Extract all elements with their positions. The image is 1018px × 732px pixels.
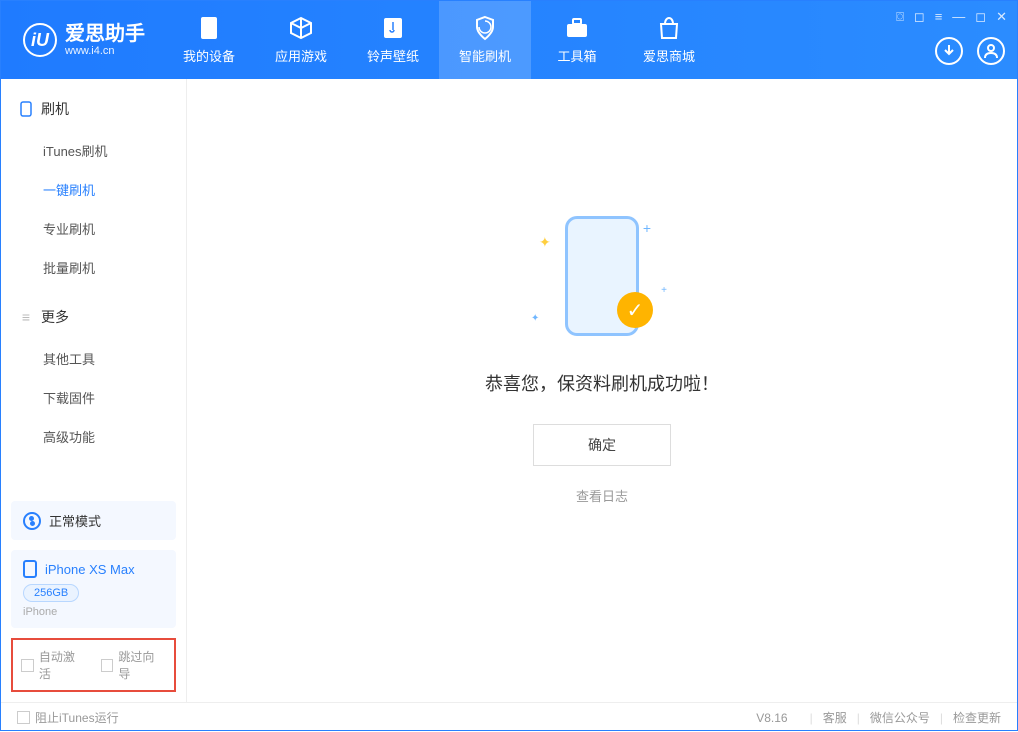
- checkbox-icon: [101, 659, 114, 672]
- nav-label: 智能刷机: [459, 46, 511, 65]
- logo-text: 爱思助手 www.i4.cn: [65, 23, 145, 57]
- sidebar-header-more: ≡ 更多: [1, 301, 186, 333]
- nav-label: 我的设备: [183, 46, 235, 65]
- phone-icon: [19, 102, 33, 116]
- feedback-icon[interactable]: ◻: [914, 9, 925, 25]
- section-title: 更多: [41, 307, 69, 327]
- option-label: 跳过向导: [118, 648, 166, 682]
- option-label: 自动激活: [39, 648, 87, 682]
- sparkle-icon: ✦: [531, 313, 539, 324]
- sparkle-icon: ✦: [539, 234, 551, 251]
- checkbox-skip-guide[interactable]: 跳过向导: [101, 648, 167, 682]
- nav-label: 应用游戏: [275, 46, 327, 65]
- device-small-icon: [23, 560, 37, 578]
- device-icon: [196, 15, 222, 41]
- sidebar-section-more: ≡ 更多 其他工具 下载固件 高级功能: [1, 287, 186, 456]
- nav-apps-games[interactable]: 应用游戏: [255, 1, 347, 79]
- device-storage: 256GB: [23, 584, 79, 602]
- nav-label: 工具箱: [557, 46, 596, 65]
- music-icon: [380, 15, 406, 41]
- sidebar-item-batch-flash[interactable]: 批量刷机: [1, 248, 186, 287]
- sidebar-items-flash: iTunes刷机 一键刷机 专业刷机 批量刷机: [1, 131, 186, 287]
- menu-icon[interactable]: ≡: [935, 9, 943, 25]
- toolbox-icon: [564, 15, 590, 41]
- options-row: 自动激活 跳过向导: [11, 638, 176, 692]
- logo-icon: iU: [23, 23, 57, 57]
- tshirt-icon[interactable]: ⌼: [896, 9, 904, 25]
- ok-button[interactable]: 确定: [533, 424, 671, 466]
- logo-area: iU 爱思助手 www.i4.cn: [1, 23, 163, 57]
- device-name-row: iPhone XS Max: [23, 560, 164, 578]
- close-button[interactable]: ✕: [996, 9, 1007, 25]
- nav-my-device[interactable]: 我的设备: [163, 1, 255, 79]
- sidebar: 刷机 iTunes刷机 一键刷机 专业刷机 批量刷机 ≡ 更多 其他工具 下载固…: [1, 79, 187, 702]
- nav-store[interactable]: 爱思商城: [623, 1, 715, 79]
- divider: |: [857, 711, 860, 725]
- checkbox-icon: [17, 711, 30, 724]
- device-type: iPhone: [23, 606, 164, 618]
- version-label: V8.16: [756, 711, 787, 725]
- mode-icon: [23, 512, 41, 530]
- customer-service-link[interactable]: 客服: [823, 709, 847, 726]
- device-name: iPhone XS Max: [45, 562, 135, 577]
- app-title: 爱思助手: [65, 23, 145, 45]
- nav-ringtone-wallpaper[interactable]: 铃声壁纸: [347, 1, 439, 79]
- checkbox-auto-activate[interactable]: 自动激活: [21, 648, 87, 682]
- sidebar-item-oneclick-flash[interactable]: 一键刷机: [1, 170, 186, 209]
- mode-label: 正常模式: [49, 511, 101, 530]
- shield-icon: [472, 15, 498, 41]
- sidebar-item-pro-flash[interactable]: 专业刷机: [1, 209, 186, 248]
- sparkle-icon: +: [661, 285, 667, 296]
- sidebar-item-download-firmware[interactable]: 下载固件: [1, 378, 186, 417]
- nav-smart-flash[interactable]: 智能刷机: [439, 1, 531, 79]
- checkbox-icon: [21, 659, 34, 672]
- view-log-link[interactable]: 查看日志: [576, 486, 628, 505]
- sidebar-item-advanced[interactable]: 高级功能: [1, 417, 186, 456]
- body: 刷机 iTunes刷机 一键刷机 专业刷机 批量刷机 ≡ 更多 其他工具 下载固…: [1, 79, 1017, 702]
- footer-right: V8.16 | 客服 | 微信公众号 | 检查更新: [756, 709, 1001, 726]
- success-message: 恭喜您，保资料刷机成功啦！: [485, 370, 719, 396]
- app-url: www.i4.cn: [65, 45, 145, 57]
- main-content: ✓ ✦ + ✦ + 恭喜您，保资料刷机成功啦！ 确定 查看日志: [187, 79, 1017, 702]
- sidebar-items-more: 其他工具 下载固件 高级功能: [1, 339, 186, 456]
- checkbox-block-itunes[interactable]: 阻止iTunes运行: [17, 709, 119, 726]
- sidebar-header-flash: 刷机: [1, 93, 186, 125]
- device-box[interactable]: iPhone XS Max 256GB iPhone: [11, 550, 176, 628]
- check-update-link[interactable]: 检查更新: [953, 709, 1001, 726]
- cube-icon: [288, 15, 314, 41]
- list-icon: ≡: [19, 310, 33, 324]
- sidebar-bottom: 正常模式 iPhone XS Max 256GB iPhone 自动激活 跳过向…: [1, 491, 186, 702]
- maximize-button[interactable]: ◻: [975, 9, 986, 25]
- nav-label: 爱思商城: [643, 46, 695, 65]
- nav-toolbox[interactable]: 工具箱: [531, 1, 623, 79]
- store-icon: [656, 15, 682, 41]
- block-itunes-label: 阻止iTunes运行: [35, 709, 119, 726]
- window-controls: ⌼ ◻ ≡ — ◻ ✕: [896, 9, 1007, 25]
- divider: |: [810, 711, 813, 725]
- user-button[interactable]: [977, 37, 1005, 65]
- divider: |: [940, 711, 943, 725]
- minimize-button[interactable]: —: [952, 9, 965, 25]
- section-title: 刷机: [41, 99, 69, 119]
- header: iU 爱思助手 www.i4.cn 我的设备 应用游戏 铃声壁纸 智能刷机 工具…: [1, 1, 1017, 79]
- nav-label: 铃声壁纸: [367, 46, 419, 65]
- footer: 阻止iTunes运行 V8.16 | 客服 | 微信公众号 | 检查更新: [1, 702, 1017, 732]
- sidebar-item-other-tools[interactable]: 其他工具: [1, 339, 186, 378]
- footer-left: 阻止iTunes运行: [17, 709, 119, 726]
- sparkle-icon: +: [643, 220, 651, 236]
- header-right: [935, 37, 1005, 65]
- mode-box[interactable]: 正常模式: [11, 501, 176, 540]
- main-nav: 我的设备 应用游戏 铃声壁纸 智能刷机 工具箱 爱思商城: [163, 1, 715, 79]
- sidebar-section-flash: 刷机 iTunes刷机 一键刷机 专业刷机 批量刷机: [1, 79, 186, 287]
- sidebar-item-itunes-flash[interactable]: iTunes刷机: [1, 131, 186, 170]
- download-button[interactable]: [935, 37, 963, 65]
- check-circle-icon: ✓: [617, 292, 653, 328]
- success-illustration: ✓ ✦ + ✦ +: [527, 216, 677, 346]
- wechat-link[interactable]: 微信公众号: [870, 709, 930, 726]
